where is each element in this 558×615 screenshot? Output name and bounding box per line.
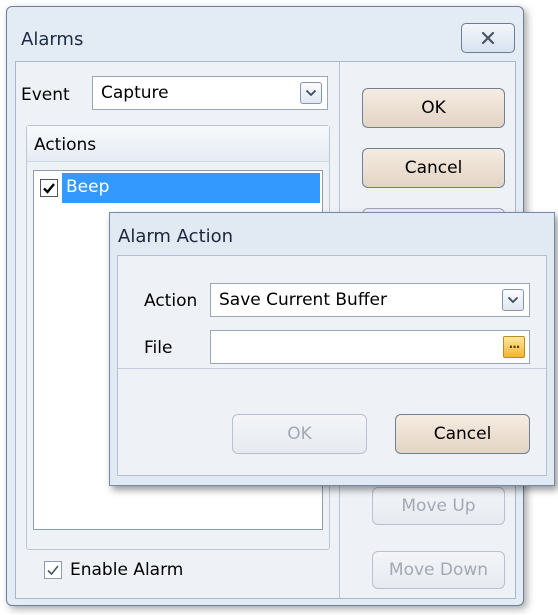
action-dropdown-arrow[interactable] bbox=[502, 289, 524, 311]
list-item-beep[interactable]: Beep bbox=[36, 173, 320, 203]
ok-button[interactable]: OK bbox=[362, 88, 505, 128]
event-dropdown-value: Capture bbox=[101, 83, 169, 103]
action-dropdown[interactable]: Save Current Buffer bbox=[210, 283, 530, 317]
move-down-button[interactable]: Move Down bbox=[372, 551, 505, 589]
chevron-down-icon bbox=[305, 89, 317, 97]
event-dropdown-arrow[interactable] bbox=[300, 82, 322, 104]
ellipsis-icon: ··· bbox=[508, 340, 521, 354]
checkmark-icon bbox=[43, 183, 55, 194]
list-item-label: Beep bbox=[62, 173, 320, 203]
dialog-separator bbox=[118, 368, 546, 369]
close-button[interactable] bbox=[461, 23, 515, 53]
enable-alarm-checkbox[interactable] bbox=[44, 561, 62, 579]
dialog-ok-button[interactable]: OK bbox=[232, 414, 367, 454]
move-up-button[interactable]: Move Up bbox=[372, 487, 505, 525]
browse-button[interactable]: ··· bbox=[503, 336, 525, 358]
dialog-title: Alarm Action bbox=[118, 226, 234, 247]
enable-alarm-row[interactable]: Enable Alarm bbox=[44, 560, 183, 580]
event-dropdown[interactable]: Capture bbox=[92, 76, 328, 110]
action-label: Action bbox=[144, 291, 198, 311]
checkmark-icon bbox=[47, 565, 59, 576]
close-icon bbox=[481, 31, 495, 45]
dialog-cancel-button[interactable]: Cancel bbox=[395, 414, 530, 454]
enable-alarm-label: Enable Alarm bbox=[70, 560, 184, 580]
actions-header: Actions bbox=[27, 126, 329, 162]
action-dropdown-value: Save Current Buffer bbox=[219, 290, 387, 310]
event-label: Event bbox=[21, 85, 70, 105]
alarm-action-body: Action Save Current Buffer File ··· OK C… bbox=[117, 255, 547, 476]
cancel-button[interactable]: Cancel bbox=[362, 148, 505, 188]
beep-checkbox[interactable] bbox=[40, 179, 58, 197]
file-input[interactable]: ··· bbox=[210, 330, 530, 364]
window-title: Alarms bbox=[21, 29, 84, 50]
chevron-down-icon bbox=[507, 296, 519, 304]
file-label: File bbox=[144, 338, 173, 358]
alarm-action-dialog: Alarm Action Action Save Current Buffer … bbox=[109, 212, 555, 486]
